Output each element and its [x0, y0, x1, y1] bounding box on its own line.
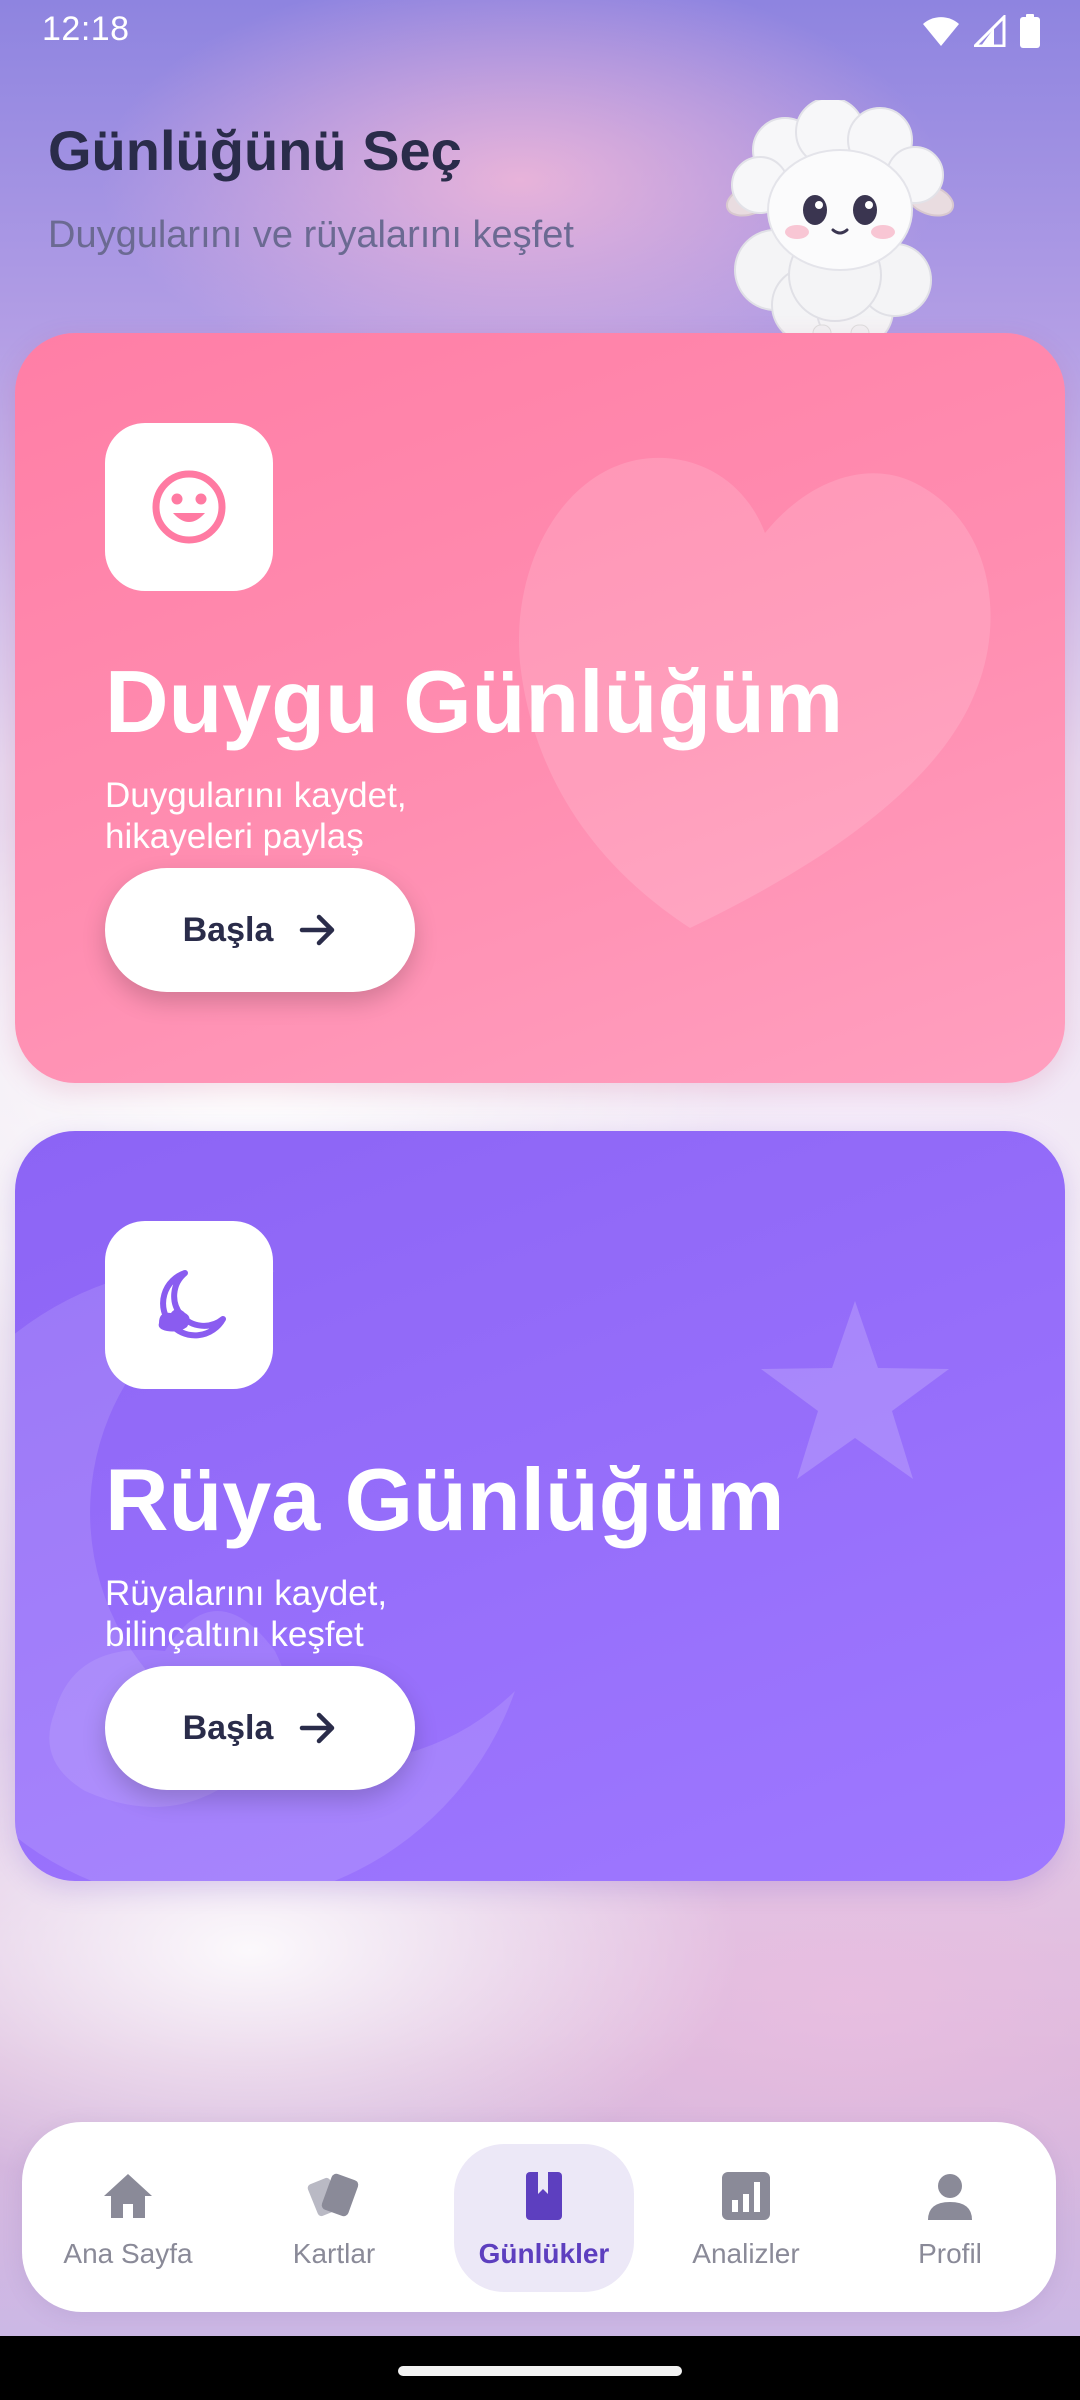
nav-label-home: Ana Sayfa [63, 2238, 193, 2269]
dream-journal-card[interactable]: Rüya Günlüğüm Rüyalarını kaydet, bilinça… [15, 1131, 1065, 1881]
moon-icon [158, 1270, 226, 1339]
nav-item-profile[interactable]: Profil [860, 2144, 1040, 2292]
signal-icon [974, 15, 1006, 47]
dream-journal-description: Rüyalarını kaydet, bilinçaltını keşfet [105, 1573, 387, 1655]
start-button-label: Başla [182, 910, 274, 949]
dream-journal-title: Rüya Günlüğüm [105, 1450, 785, 1549]
smile-icon-box [105, 423, 273, 591]
nav-item-journals[interactable]: Günlükler [454, 2144, 634, 2292]
emotion-desc-line1: Duygularını kaydet, [105, 776, 407, 815]
smile-icon [152, 470, 226, 544]
nav-item-home[interactable]: Ana Sayfa [38, 2144, 218, 2292]
dream-desc-line1: Rüyalarını kaydet, [105, 1574, 388, 1613]
emotion-journal-description: Duygularını kaydet, hikayeleri paylaş [105, 775, 407, 857]
bottom-navigation: Ana Sayfa Kartlar Günlükler Analizler Pr… [22, 2122, 1056, 2312]
sheep-mascot [725, 100, 955, 352]
person-icon [928, 2174, 972, 2220]
nav-label-profile: Profil [918, 2238, 982, 2269]
page-title: Günlüğünü Seç [48, 119, 462, 182]
page-subtitle: Duygularını ve rüyalarını keşfet [48, 214, 574, 256]
home-icon [104, 2174, 152, 2218]
cards-icon [307, 2173, 359, 2217]
emotion-start-button[interactable]: Başla [105, 868, 415, 992]
status-icons [922, 14, 1040, 48]
status-bar: 12:18 [0, 0, 1080, 60]
arrow-right-icon [300, 1712, 335, 1744]
emotion-desc-line2: hikayeleri paylaş [105, 817, 364, 856]
emotion-journal-card[interactable]: Duygu Günlüğüm Duygularını kaydet, hikay… [15, 333, 1065, 1083]
battery-icon [1020, 14, 1040, 48]
arrow-right-icon [300, 914, 335, 946]
dream-desc-line2: bilinçaltını keşfet [105, 1615, 364, 1654]
nav-item-cards[interactable]: Kartlar [244, 2144, 424, 2292]
start-button-label: Başla [182, 1708, 274, 1747]
moon-icon-box [105, 1221, 273, 1389]
chart-icon [722, 2172, 770, 2220]
wifi-icon [923, 17, 959, 46]
system-navigation-bar [0, 2336, 1080, 2400]
emotion-journal-title: Duygu Günlüğüm [105, 652, 844, 751]
nav-label-journals: Günlükler [478, 2238, 610, 2269]
nav-label-cards: Kartlar [292, 2238, 376, 2269]
nav-label-analytics: Analizler [692, 2238, 800, 2269]
home-indicator[interactable] [398, 2366, 682, 2376]
book-icon [526, 2172, 562, 2220]
status-time: 12:18 [42, 10, 130, 48]
nav-item-analytics[interactable]: Analizler [656, 2144, 836, 2292]
dream-start-button[interactable]: Başla [105, 1666, 415, 1790]
